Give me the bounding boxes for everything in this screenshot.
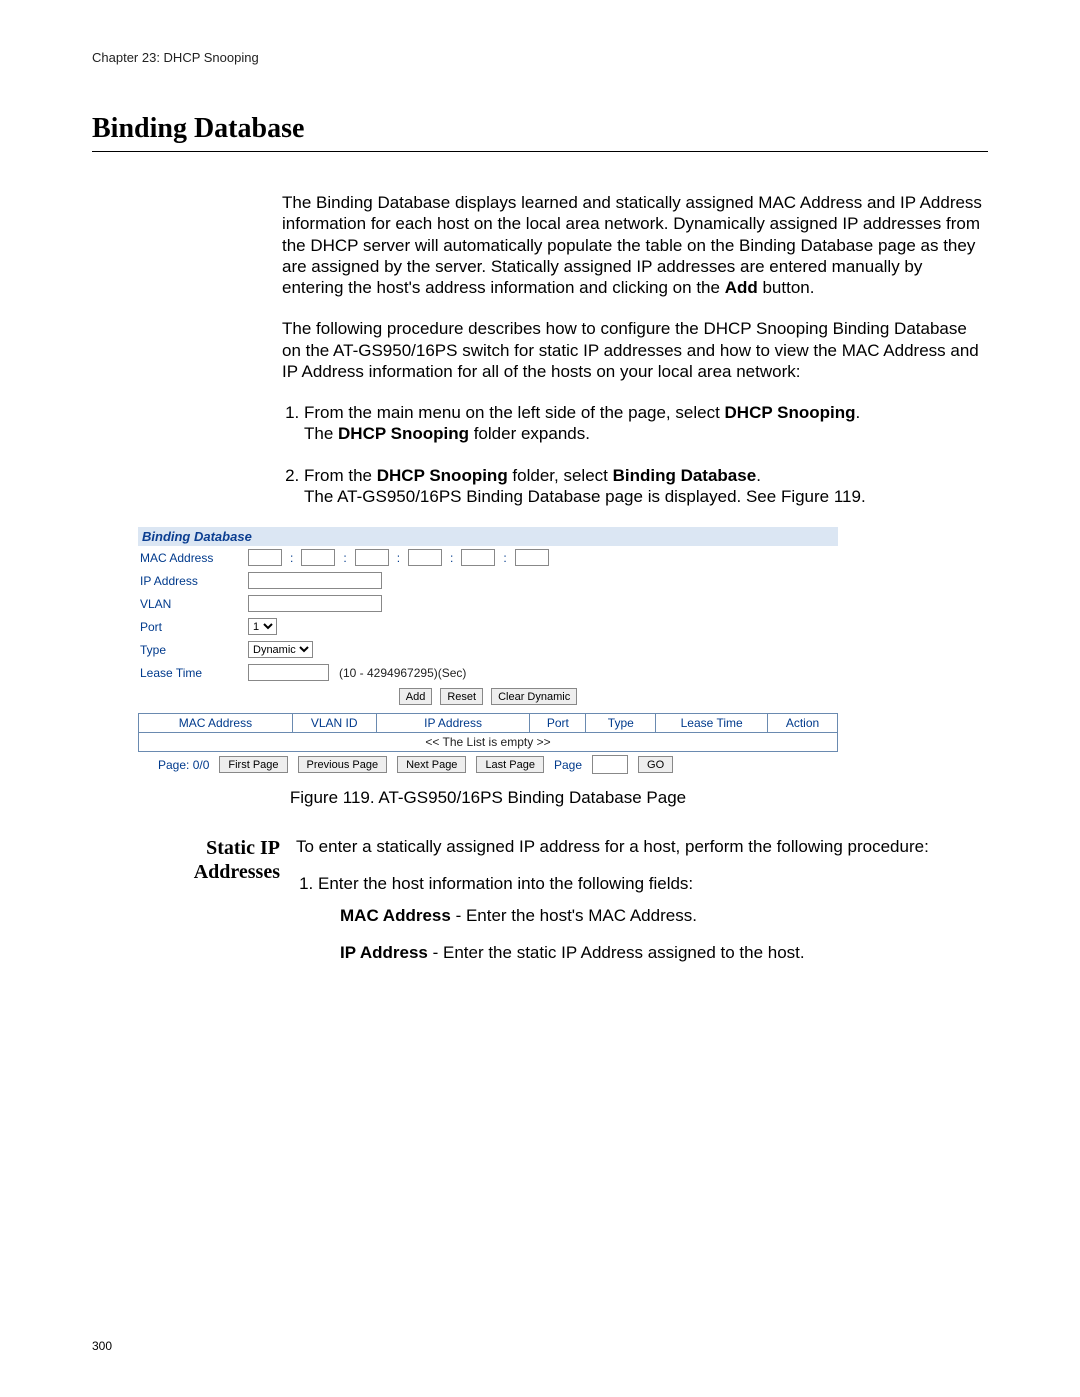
text: From the main menu on the left side of t…: [304, 403, 725, 422]
vlan-input[interactable]: [248, 595, 382, 612]
colon: :: [501, 551, 508, 565]
side-heading-line1: Static IP: [206, 837, 280, 859]
side-heading-line2: Addresses: [194, 861, 280, 883]
field-ip: IP Address - Enter the static IP Address…: [340, 942, 988, 963]
text: The Binding Database displays learned an…: [282, 193, 982, 297]
text-bold: DHCP Snooping: [338, 424, 469, 443]
colon: :: [341, 551, 348, 565]
type-label: Type: [140, 643, 242, 657]
ip-label: IP Address: [140, 574, 242, 588]
text: .: [855, 403, 860, 422]
mac-label: MAC Address: [140, 551, 242, 565]
step-2: From the DHCP Snooping folder, select Bi…: [304, 465, 988, 508]
clear-dynamic-button[interactable]: Clear Dynamic: [491, 688, 577, 705]
title-rule: [92, 151, 988, 152]
figure-caption: Figure 119. AT-GS950/16PS Binding Databa…: [138, 788, 838, 808]
reset-button[interactable]: Reset: [440, 688, 483, 705]
colon: :: [395, 551, 402, 565]
first-page-button[interactable]: First Page: [219, 756, 287, 773]
body-column: The Binding Database displays learned an…: [282, 192, 988, 507]
binding-database-ui: Binding Database MAC Address : : : : : I…: [138, 527, 838, 774]
ip-input[interactable]: [248, 572, 382, 589]
static-ip-section: Static IP Addresses To enter a staticall…: [172, 836, 988, 979]
document-page: Chapter 23: DHCP Snooping Binding Databa…: [0, 0, 1080, 1397]
previous-page-button[interactable]: Previous Page: [298, 756, 388, 773]
text: Enter the host information into the foll…: [318, 874, 693, 893]
page-number: 300: [92, 1339, 112, 1353]
step-1: From the main menu on the left side of t…: [304, 402, 988, 445]
vlan-label: VLAN: [140, 597, 242, 611]
pager: Page: 0/0 First Page Previous Page Next …: [138, 752, 838, 774]
table-header-row: MAC Address VLAN ID IP Address Port Type…: [139, 714, 838, 733]
colon: :: [288, 551, 295, 565]
mac-input-4[interactable]: [408, 549, 442, 566]
mac-input-6[interactable]: [515, 549, 549, 566]
intro-paragraph-1: The Binding Database displays learned an…: [282, 192, 988, 298]
page-input[interactable]: [592, 755, 628, 774]
mac-input-5[interactable]: [461, 549, 495, 566]
step-1-sub: The DHCP Snooping folder expands.: [304, 423, 988, 444]
empty-cell: << The List is empty >>: [139, 733, 838, 752]
static-intro: To enter a statically assigned IP addres…: [296, 836, 988, 857]
text-bold: IP Address: [340, 943, 428, 962]
text: - Enter the static IP Address assigned t…: [428, 943, 805, 962]
text: The: [304, 424, 338, 443]
binding-table: MAC Address VLAN ID IP Address Port Type…: [138, 713, 838, 752]
lease-hint: (10 - 4294967295)(Sec): [339, 666, 466, 680]
mac-input-2[interactable]: [301, 549, 335, 566]
ui-title: Binding Database: [138, 527, 838, 546]
text-bold: DHCP Snooping: [725, 403, 856, 422]
text-bold: Add: [725, 278, 758, 297]
port-label: Port: [140, 620, 242, 634]
static-step-1: Enter the host information into the foll…: [318, 873, 988, 963]
mac-input-3[interactable]: [355, 549, 389, 566]
text-bold: MAC Address: [340, 906, 451, 925]
side-body: To enter a statically assigned IP addres…: [296, 836, 988, 979]
page-label: Page: [554, 758, 582, 772]
th-lease: Lease Time: [656, 714, 768, 733]
type-select[interactable]: Dynamic: [248, 641, 313, 658]
port-row: Port 1: [138, 615, 838, 638]
page-title: Binding Database: [92, 113, 988, 145]
add-button[interactable]: Add: [399, 688, 433, 705]
lease-row: Lease Time (10 - 4294967295)(Sec): [138, 661, 838, 684]
text: - Enter the host's MAC Address.: [451, 906, 697, 925]
th-ip: IP Address: [376, 714, 530, 733]
lease-label: Lease Time: [140, 666, 242, 680]
text: From the: [304, 466, 377, 485]
chapter-header: Chapter 23: DHCP Snooping: [92, 50, 988, 65]
button-row: Add Reset Clear Dynamic: [138, 684, 838, 713]
last-page-button[interactable]: Last Page: [476, 756, 544, 773]
text-bold: Binding Database: [613, 466, 757, 485]
ip-row: IP Address: [138, 569, 838, 592]
table-empty-row: << The List is empty >>: [139, 733, 838, 752]
th-type: Type: [586, 714, 656, 733]
intro-paragraph-2: The following procedure describes how to…: [282, 318, 988, 382]
type-row: Type Dynamic: [138, 638, 838, 661]
text: folder, select: [508, 466, 613, 485]
text: button.: [758, 278, 815, 297]
mac-input-1[interactable]: [248, 549, 282, 566]
port-select[interactable]: 1: [248, 618, 277, 635]
th-port: Port: [530, 714, 586, 733]
colon: :: [448, 551, 455, 565]
static-steps: Enter the host information into the foll…: [296, 873, 988, 963]
text: .: [756, 466, 761, 485]
step-2-sub: The AT-GS950/16PS Binding Database page …: [304, 486, 988, 507]
side-heading: Static IP Addresses: [172, 836, 280, 884]
steps-list: From the main menu on the left side of t…: [282, 402, 988, 507]
text-bold: DHCP Snooping: [377, 466, 508, 485]
next-page-button[interactable]: Next Page: [397, 756, 466, 773]
th-action: Action: [768, 714, 838, 733]
lease-input[interactable]: [248, 664, 329, 681]
th-mac: MAC Address: [139, 714, 293, 733]
page-info: Page: 0/0: [158, 758, 209, 772]
go-button[interactable]: GO: [638, 756, 673, 773]
field-mac: MAC Address - Enter the host's MAC Addre…: [340, 905, 988, 926]
mac-row: MAC Address : : : : :: [138, 546, 838, 569]
text: folder expands.: [469, 424, 590, 443]
th-vlan: VLAN ID: [292, 714, 376, 733]
vlan-row: VLAN: [138, 592, 838, 615]
